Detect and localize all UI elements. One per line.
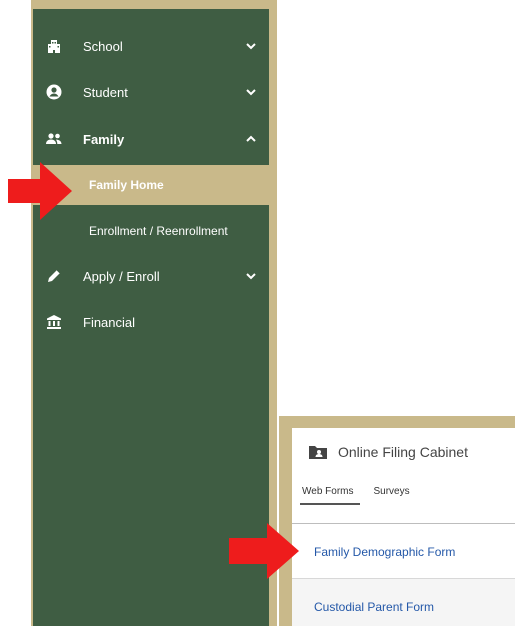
sidebar-item-label: Family — [83, 131, 125, 147]
sidebar-item-label: School — [83, 38, 123, 54]
custodial-parent-form-link[interactable]: Custodial Parent Form — [314, 600, 434, 614]
filing-cabinet-panel: Online Filing Cabinet Web Forms Surveys … — [292, 428, 515, 626]
sidebar-subitem-label: Enrollment / Reenrollment — [89, 224, 228, 238]
sidebar-subitem-label: Family Home — [89, 178, 164, 192]
chevron-down-icon — [246, 273, 256, 280]
red-arrow-icon — [229, 523, 299, 579]
sidebar-item-apply-enroll[interactable]: Apply / Enroll — [33, 253, 269, 299]
tab-divider — [292, 523, 515, 524]
tab-web-forms[interactable]: Web Forms — [300, 484, 360, 505]
people-icon — [45, 130, 63, 148]
folder-user-icon — [309, 446, 327, 459]
family-demographic-form-link[interactable]: Family Demographic Form — [314, 545, 455, 559]
sidebar-item-label: Financial — [83, 314, 136, 330]
chevron-down-icon — [246, 43, 256, 50]
sidebar-item-label: Apply / Enroll — [83, 268, 160, 284]
sidebar-item-financial[interactable]: Financial — [33, 299, 269, 345]
row-divider — [292, 578, 515, 579]
sidebar-item-family[interactable]: Family — [33, 116, 269, 162]
tab-surveys[interactable]: Surveys — [372, 484, 416, 505]
filing-cabinet-header: Online Filing Cabinet — [308, 444, 468, 460]
pencil-icon — [45, 267, 63, 285]
user-circle-icon — [45, 83, 63, 101]
red-arrow-icon — [8, 162, 72, 220]
sidebar-item-school[interactable]: School — [33, 23, 269, 69]
filing-cabinet-title: Online Filing Cabinet — [338, 444, 468, 460]
chevron-down-icon — [246, 89, 256, 96]
building-icon — [45, 37, 63, 55]
bank-icon — [45, 313, 63, 331]
sidebar-item-label: Student — [83, 84, 128, 100]
chevron-up-icon — [246, 135, 256, 142]
filing-cabinet-tabs: Web Forms Surveys — [300, 484, 428, 505]
sidebar-item-student[interactable]: Student — [33, 69, 269, 115]
